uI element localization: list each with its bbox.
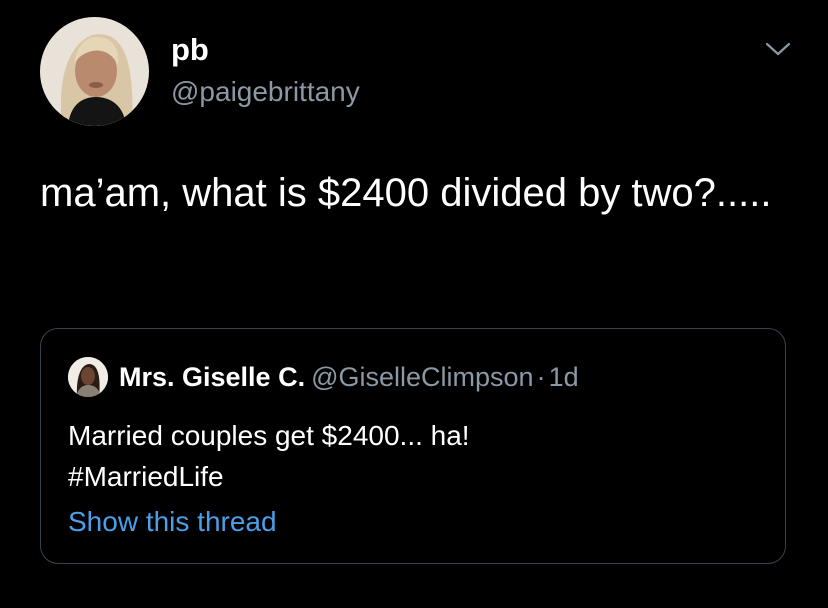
author-display-name[interactable]: pb — [171, 32, 209, 68]
quoted-text-line: Married couples get $2400... ha! — [68, 420, 470, 451]
quoted-avatar-photo — [68, 357, 108, 397]
separator-dot: · — [536, 362, 546, 392]
tweet-text: ma’am, what is $2400 divided by two?....… — [40, 171, 772, 215]
quoted-author-name[interactable]: Mrs. Giselle C. — [119, 362, 305, 392]
quoted-hashtag: #MarriedLife — [68, 461, 224, 492]
quoted-author-handle[interactable]: @GiselleClimpson — [311, 362, 533, 392]
quoted-avatar[interactable] — [68, 357, 108, 397]
chevron-down-icon[interactable] — [763, 38, 793, 60]
quoted-tweet-card[interactable]: Mrs. Giselle C. @GiselleClimpson · 1d Marri… — [40, 328, 786, 564]
avatar-photo — [40, 17, 149, 126]
quoted-header: Mrs. Giselle C. @GiselleClimpson · 1d — [119, 359, 579, 395]
show-thread-link[interactable]: Show this thread — [68, 504, 277, 540]
author-handle[interactable]: @paigebrittany — [171, 75, 360, 109]
quoted-timestamp[interactable]: 1d — [549, 362, 579, 392]
avatar[interactable] — [40, 17, 149, 126]
quoted-tweet-text: Married couples get $2400... ha! #Marrie… — [68, 415, 768, 497]
